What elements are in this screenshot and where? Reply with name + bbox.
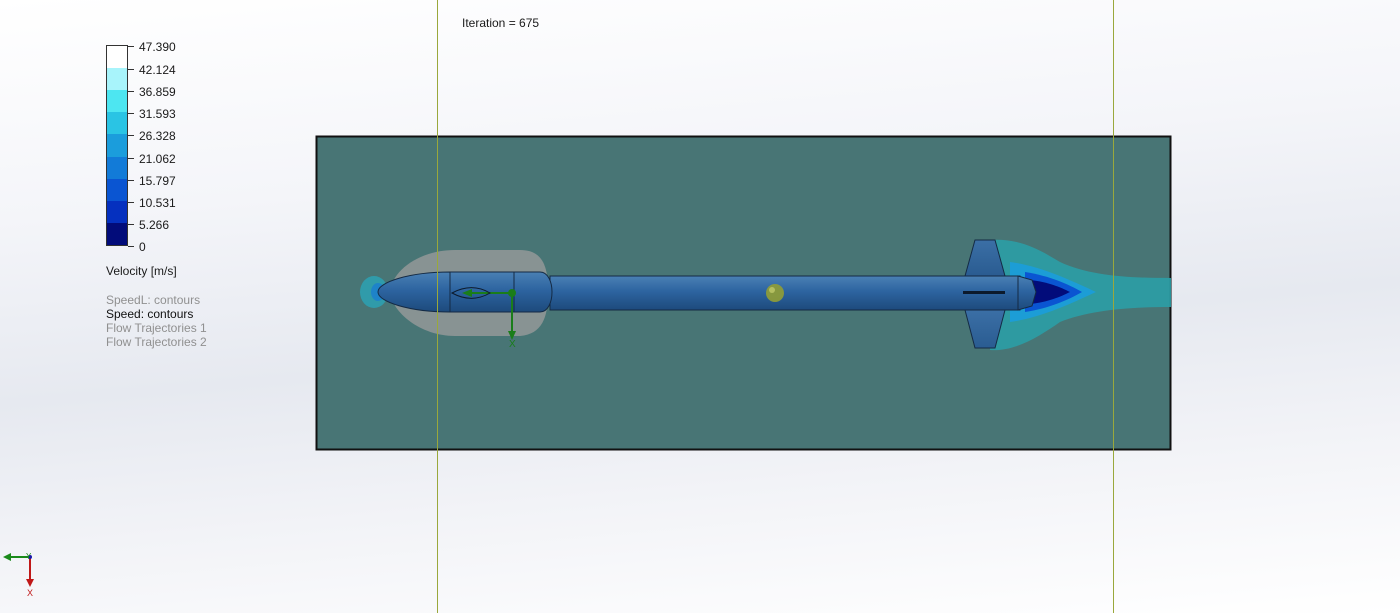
legend-tick-label: 36.859 — [139, 85, 176, 99]
legend-tick-label: 26.328 — [139, 129, 176, 143]
legend-band — [107, 200, 127, 223]
plot-item-speedl-contours[interactable]: SpeedL: contours — [106, 293, 200, 307]
rocket-boattail — [1017, 275, 1037, 311]
stagnation-zone — [360, 276, 388, 308]
view-triad-y-label: Y — [26, 552, 32, 561]
tail-fin-top — [964, 239, 1006, 277]
wake-contour-outer — [990, 239, 1171, 351]
rocket-nose-cone — [377, 271, 451, 313]
legend-tick-label: 31.593 — [139, 107, 176, 121]
legend-tick-label: 21.062 — [139, 152, 176, 166]
legend-band — [107, 222, 127, 245]
legend-tick-label: 42.124 — [139, 63, 176, 77]
legend-tick-label: 15.797 — [139, 174, 176, 188]
cut-plot-plane — [315, 135, 1172, 451]
legend-band — [107, 90, 127, 113]
iteration-counter: Iteration = 675 — [462, 16, 540, 30]
legend-tick-mark — [128, 46, 134, 47]
legend-band — [107, 178, 127, 201]
launch-lug — [963, 291, 1005, 294]
rotating-region — [390, 250, 548, 336]
rocket-body-tube — [549, 275, 1021, 311]
view-triad-x-label: X — [27, 588, 33, 598]
plot-item-flow-trajectories-1[interactable]: Flow Trajectories 1 — [106, 321, 207, 335]
legend-tick-label: 5.266 — [139, 218, 170, 232]
legend-tick-mark — [128, 180, 134, 181]
legend-tick-mark — [128, 202, 134, 203]
velocity-color-bar[interactable] — [106, 45, 128, 246]
legend-tick-label: 10.531 — [139, 196, 176, 210]
wake-contour-core — [1030, 280, 1070, 304]
legend-tick-mark — [128, 91, 134, 92]
legend-tick-mark — [128, 135, 134, 136]
legend-band — [107, 112, 127, 135]
model-triad-x-label: X — [509, 339, 516, 350]
view-orientation-triad — [3, 553, 34, 587]
legend-band — [107, 134, 127, 157]
graphics-viewport[interactable]: X Y X — [0, 0, 1400, 613]
legend-tick-mark — [128, 113, 134, 114]
rocket-transition — [513, 271, 553, 313]
rocket-payload-section — [449, 271, 515, 313]
plot-item-speed-contours[interactable]: Speed: contours — [106, 307, 193, 321]
plot-item-flow-trajectories-2[interactable]: Flow Trajectories 2 — [106, 335, 207, 349]
legend-tick-label: 0 — [139, 240, 146, 254]
legend-tick-label: 47.390 — [139, 40, 176, 54]
legend-band — [107, 46, 127, 69]
legend-title: Velocity [m/s] — [106, 264, 177, 278]
cg-marker — [766, 284, 784, 302]
legend-band — [107, 68, 127, 91]
wake-contour-inner — [1025, 272, 1082, 312]
legend-tick-mark — [128, 224, 134, 225]
legend-tick-mark — [128, 246, 134, 247]
tail-fin-bottom — [964, 309, 1006, 349]
wake-contour-mid — [1010, 262, 1096, 322]
legend-tick-mark — [128, 158, 134, 159]
legend-band — [107, 156, 127, 179]
legend-tick-mark — [128, 69, 134, 70]
model-coordinate-triad — [450, 287, 516, 340]
